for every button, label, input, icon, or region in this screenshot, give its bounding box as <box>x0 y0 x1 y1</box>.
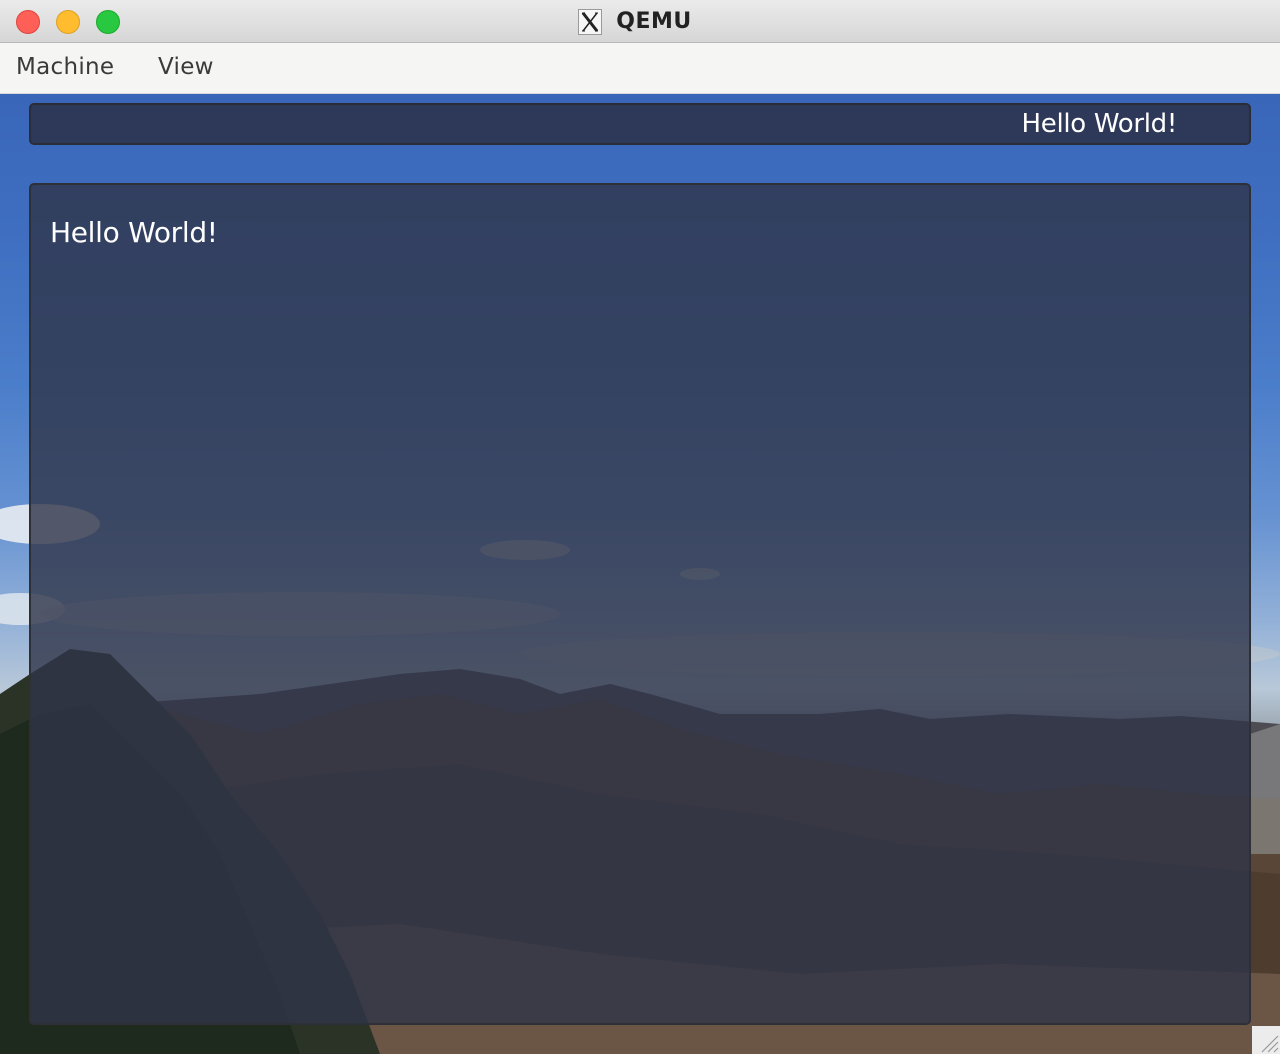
top-panel-label: Hello World! <box>1021 109 1178 139</box>
resize-grip[interactable] <box>1252 1026 1280 1054</box>
menu-machine[interactable]: Machine <box>16 54 114 80</box>
menu-view[interactable]: View <box>158 54 214 80</box>
window-title: QEMU <box>616 9 692 34</box>
title-bar[interactable]: QEMU <box>0 0 1280 43</box>
qemu-window: QEMU Machine View Hello World! Hello Wor… <box>0 0 1280 1054</box>
guest-top-panel: Hello World! <box>29 103 1251 145</box>
menu-bar: Machine View <box>0 43 1280 94</box>
x11-icon <box>578 8 603 35</box>
close-button[interactable] <box>16 10 40 34</box>
minimize-button[interactable] <box>56 10 80 34</box>
window-title-group: QEMU <box>0 0 1280 43</box>
zoom-button[interactable] <box>96 10 120 34</box>
main-window-label: Hello World! <box>50 216 218 249</box>
guest-main-window[interactable]: Hello World! <box>29 183 1251 1025</box>
